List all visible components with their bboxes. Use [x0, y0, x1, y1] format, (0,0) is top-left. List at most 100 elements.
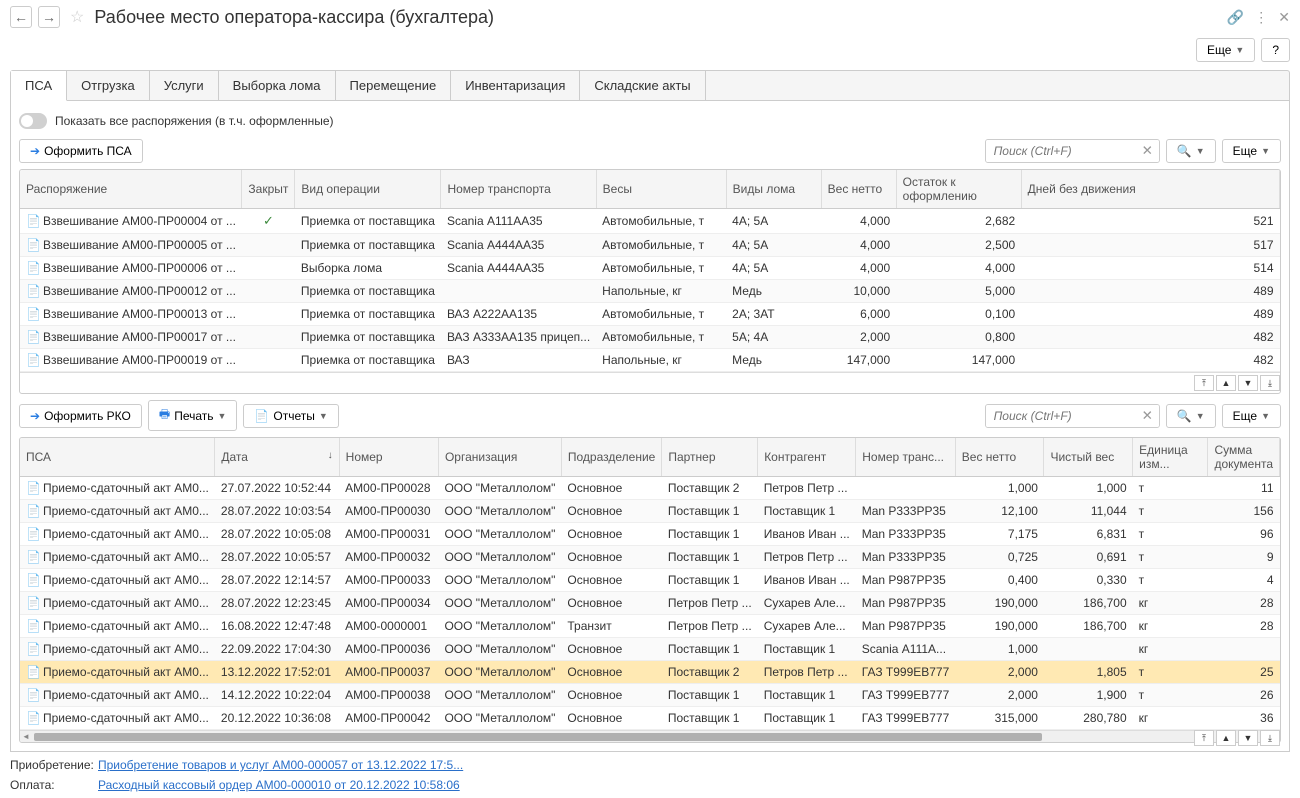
nav-up[interactable]: ▲ — [1216, 375, 1236, 391]
doc-icon: 📄 — [26, 504, 40, 518]
table-row[interactable]: 📄Взвешивание АМ00-ПР00013 от ... Приемка… — [20, 303, 1280, 326]
col-header[interactable]: Номер — [339, 438, 438, 477]
col-header[interactable]: ПСА — [20, 438, 215, 477]
tab-5[interactable]: Инвентаризация — [451, 71, 580, 100]
acq-link[interactable]: Приобретение товаров и услуг АМ00-000057… — [98, 758, 463, 772]
doc-icon: 📄 — [26, 665, 40, 679]
pay-link[interactable]: Расходный кассовый ордер АМ00-000010 от … — [98, 778, 460, 792]
col-header[interactable]: Номер транспорта — [441, 170, 596, 209]
more-button-grid2[interactable]: Еще ▼ — [1222, 404, 1281, 428]
close-icon[interactable]: ✕ — [1278, 9, 1290, 26]
more-button-top[interactable]: Еще ▼ — [1196, 38, 1255, 62]
print-button[interactable]: 🖶 Печать ▼ — [148, 400, 238, 431]
doc-icon: 📄 — [26, 481, 40, 495]
back-button[interactable]: ← — [10, 6, 32, 28]
col-header[interactable]: Контрагент — [758, 438, 856, 477]
col-header[interactable]: Вес нетто — [955, 438, 1044, 477]
doc-icon: 📄 — [26, 527, 40, 541]
nav-first-b[interactable]: ⤒ — [1194, 730, 1214, 743]
acq-label: Приобретение: — [10, 758, 90, 772]
show-all-toggle[interactable] — [19, 113, 47, 129]
col-header[interactable]: Остаток к оформлению — [896, 170, 1021, 209]
doc-icon: 📄 — [26, 711, 40, 725]
table-row[interactable]: 📄Взвешивание АМ00-ПР00004 от ... ✓ Прием… — [20, 209, 1280, 234]
search-clear-bottom[interactable]: ✕ — [1136, 405, 1159, 427]
table-row[interactable]: 📄Взвешивание АМ00-ПР00012 от ... Приемка… — [20, 280, 1280, 303]
favorite-icon[interactable]: ☆ — [70, 7, 84, 27]
table-row[interactable]: 📄Приемо-сдаточный акт АМ0... 22.09.2022 … — [20, 638, 1280, 661]
search-box-bottom: ✕ — [985, 404, 1160, 428]
nav-up-b[interactable]: ▲ — [1216, 730, 1236, 743]
table-row[interactable]: 📄Приемо-сдаточный акт АМ0... 28.07.2022 … — [20, 569, 1280, 592]
toggle-label: Показать все распоряжения (в т.ч. оформл… — [55, 114, 334, 128]
col-header[interactable]: Организация — [438, 438, 561, 477]
col-header[interactable]: Распоряжение — [20, 170, 242, 209]
col-header[interactable]: Вес нетто — [821, 170, 896, 209]
doc-icon: 📄 — [26, 642, 40, 656]
forward-button[interactable]: → — [38, 6, 60, 28]
table-row[interactable]: 📄Взвешивание АМ00-ПР00005 от ... Приемка… — [20, 234, 1280, 257]
arrow-right-icon: ➔ — [30, 409, 40, 423]
search-input-top[interactable] — [986, 140, 1136, 162]
search-button-top[interactable]: 🔍 ▼ — [1166, 139, 1216, 163]
menu-icon[interactable]: ⋮ — [1254, 9, 1268, 26]
tab-3[interactable]: Выборка лома — [219, 71, 336, 100]
col-header[interactable]: Весы — [596, 170, 726, 209]
col-header[interactable]: Подразделение — [561, 438, 661, 477]
search-clear-top[interactable]: ✕ — [1136, 140, 1159, 162]
help-button[interactable]: ? — [1261, 38, 1290, 62]
doc-icon: 📄 — [26, 330, 40, 344]
table-row[interactable]: 📄Приемо-сдаточный акт АМ0... 28.07.2022 … — [20, 592, 1280, 615]
arrow-right-icon: ➔ — [30, 144, 40, 158]
tab-2[interactable]: Услуги — [150, 71, 219, 100]
col-header[interactable]: Дата ↓ — [215, 438, 339, 477]
nav-last-b[interactable]: ⤓ — [1260, 730, 1280, 743]
table-row[interactable]: 📄Приемо-сдаточный акт АМ0... 28.07.2022 … — [20, 523, 1280, 546]
doc-icon: 📄 — [26, 619, 40, 633]
doc-icon: 📄 — [26, 238, 40, 252]
table-row[interactable]: 📄Приемо-сдаточный акт АМ0... 28.07.2022 … — [20, 500, 1280, 523]
col-header[interactable]: Закрыт — [242, 170, 295, 209]
doc-icon: 📄 — [26, 353, 40, 367]
doc-icon: 📄 — [26, 307, 40, 321]
table-row[interactable]: 📄Приемо-сдаточный акт АМ0... 20.12.2022 … — [20, 707, 1280, 730]
col-header[interactable]: Вид операции — [295, 170, 441, 209]
nav-down[interactable]: ▼ — [1238, 375, 1258, 391]
more-button-grid1[interactable]: Еще ▼ — [1222, 139, 1281, 163]
reports-button[interactable]: 📄 Отчеты ▼ — [243, 404, 338, 428]
nav-first[interactable]: ⤒ — [1194, 375, 1214, 391]
doc-icon: 📄 — [26, 261, 40, 275]
h-scrollbar[interactable]: ◄► — [20, 730, 1280, 742]
tab-1[interactable]: Отгрузка — [67, 71, 150, 100]
table-row[interactable]: 📄Приемо-сдаточный акт АМ0... 16.08.2022 … — [20, 615, 1280, 638]
tab-0[interactable]: ПСА — [11, 71, 67, 101]
table-row[interactable]: 📄Взвешивание АМ00-ПР00019 от ... Приемка… — [20, 349, 1280, 372]
link-icon[interactable]: 🔗 — [1227, 9, 1244, 26]
tab-6[interactable]: Складские акты — [580, 71, 705, 100]
col-header[interactable]: Чистый вес — [1044, 438, 1133, 477]
col-header[interactable]: Номер транс... — [856, 438, 956, 477]
titlebar: ← → ☆ Рабочее место оператора-кассира (б… — [0, 0, 1300, 34]
col-header[interactable]: Сумма документа — [1208, 438, 1280, 477]
page-title: Рабочее место оператора-кассира (бухгалт… — [94, 7, 1220, 28]
table-row[interactable]: 📄Приемо-сдаточный акт АМ0... 14.12.2022 … — [20, 684, 1280, 707]
create-rko-button[interactable]: ➔ Оформить РКО — [19, 404, 142, 428]
col-header[interactable]: Единица изм... — [1133, 438, 1208, 477]
search-input-bottom[interactable] — [986, 405, 1136, 427]
table-row[interactable]: 📄Приемо-сдаточный акт АМ0... 27.07.2022 … — [20, 477, 1280, 500]
col-header[interactable]: Виды лома — [726, 170, 821, 209]
create-psa-button[interactable]: ➔ Оформить ПСА — [19, 139, 143, 163]
col-header[interactable]: Партнер — [662, 438, 758, 477]
doc-icon: 📄 — [26, 214, 40, 228]
pay-label: Оплата: — [10, 778, 90, 792]
nav-down-b[interactable]: ▼ — [1238, 730, 1258, 743]
table-row[interactable]: 📄Взвешивание АМ00-ПР00006 от ... Выборка… — [20, 257, 1280, 280]
col-header[interactable]: Дней без движения — [1021, 170, 1279, 209]
table-row[interactable]: 📄Приемо-сдаточный акт АМ0... 28.07.2022 … — [20, 546, 1280, 569]
table-row[interactable]: 📄Взвешивание АМ00-ПР00017 от ... Приемка… — [20, 326, 1280, 349]
nav-strip-top: ⤒ ▲ ▼ ⤓ — [20, 372, 1280, 393]
tab-4[interactable]: Перемещение — [336, 71, 452, 100]
nav-last[interactable]: ⤓ — [1260, 375, 1280, 391]
search-button-bottom[interactable]: 🔍 ▼ — [1166, 404, 1216, 428]
table-row[interactable]: 📄Приемо-сдаточный акт АМ0... 13.12.2022 … — [20, 661, 1280, 684]
